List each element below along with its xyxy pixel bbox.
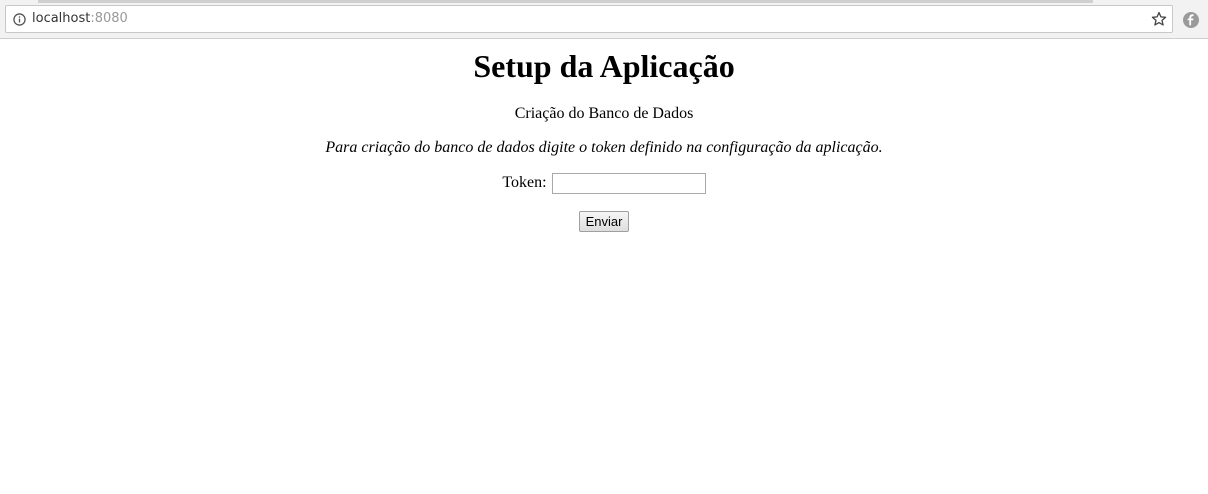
token-input[interactable] [551,172,706,194]
info-icon[interactable] [13,13,26,26]
url-text[interactable]: localhost:8080 [32,11,128,27]
tab-strip [38,0,1093,3]
token-row: Token: [0,172,1208,194]
token-label: Token: [502,174,547,191]
address-bar[interactable]: localhost:8080 [5,5,1173,33]
instruction-text: Para criação do banco de dados digite o … [325,139,883,156]
submit-row: Enviar [0,211,1208,232]
token-form: Token: Enviar [0,172,1208,232]
page-title: Setup da Aplicação [473,48,735,84]
page-subtitle: Criação do Banco de Dados [514,105,694,122]
submit-button[interactable]: Enviar [578,211,630,232]
url-host: localhost [32,11,91,26]
bookmark-star-icon[interactable] [1151,11,1167,27]
browser-toolbar: localhost:8080 [0,0,1208,39]
setup-page: Setup da Aplicação Criação do Banco de D… [0,39,1208,232]
url-port: :8080 [90,11,128,26]
extension-icon[interactable] [1182,11,1200,29]
